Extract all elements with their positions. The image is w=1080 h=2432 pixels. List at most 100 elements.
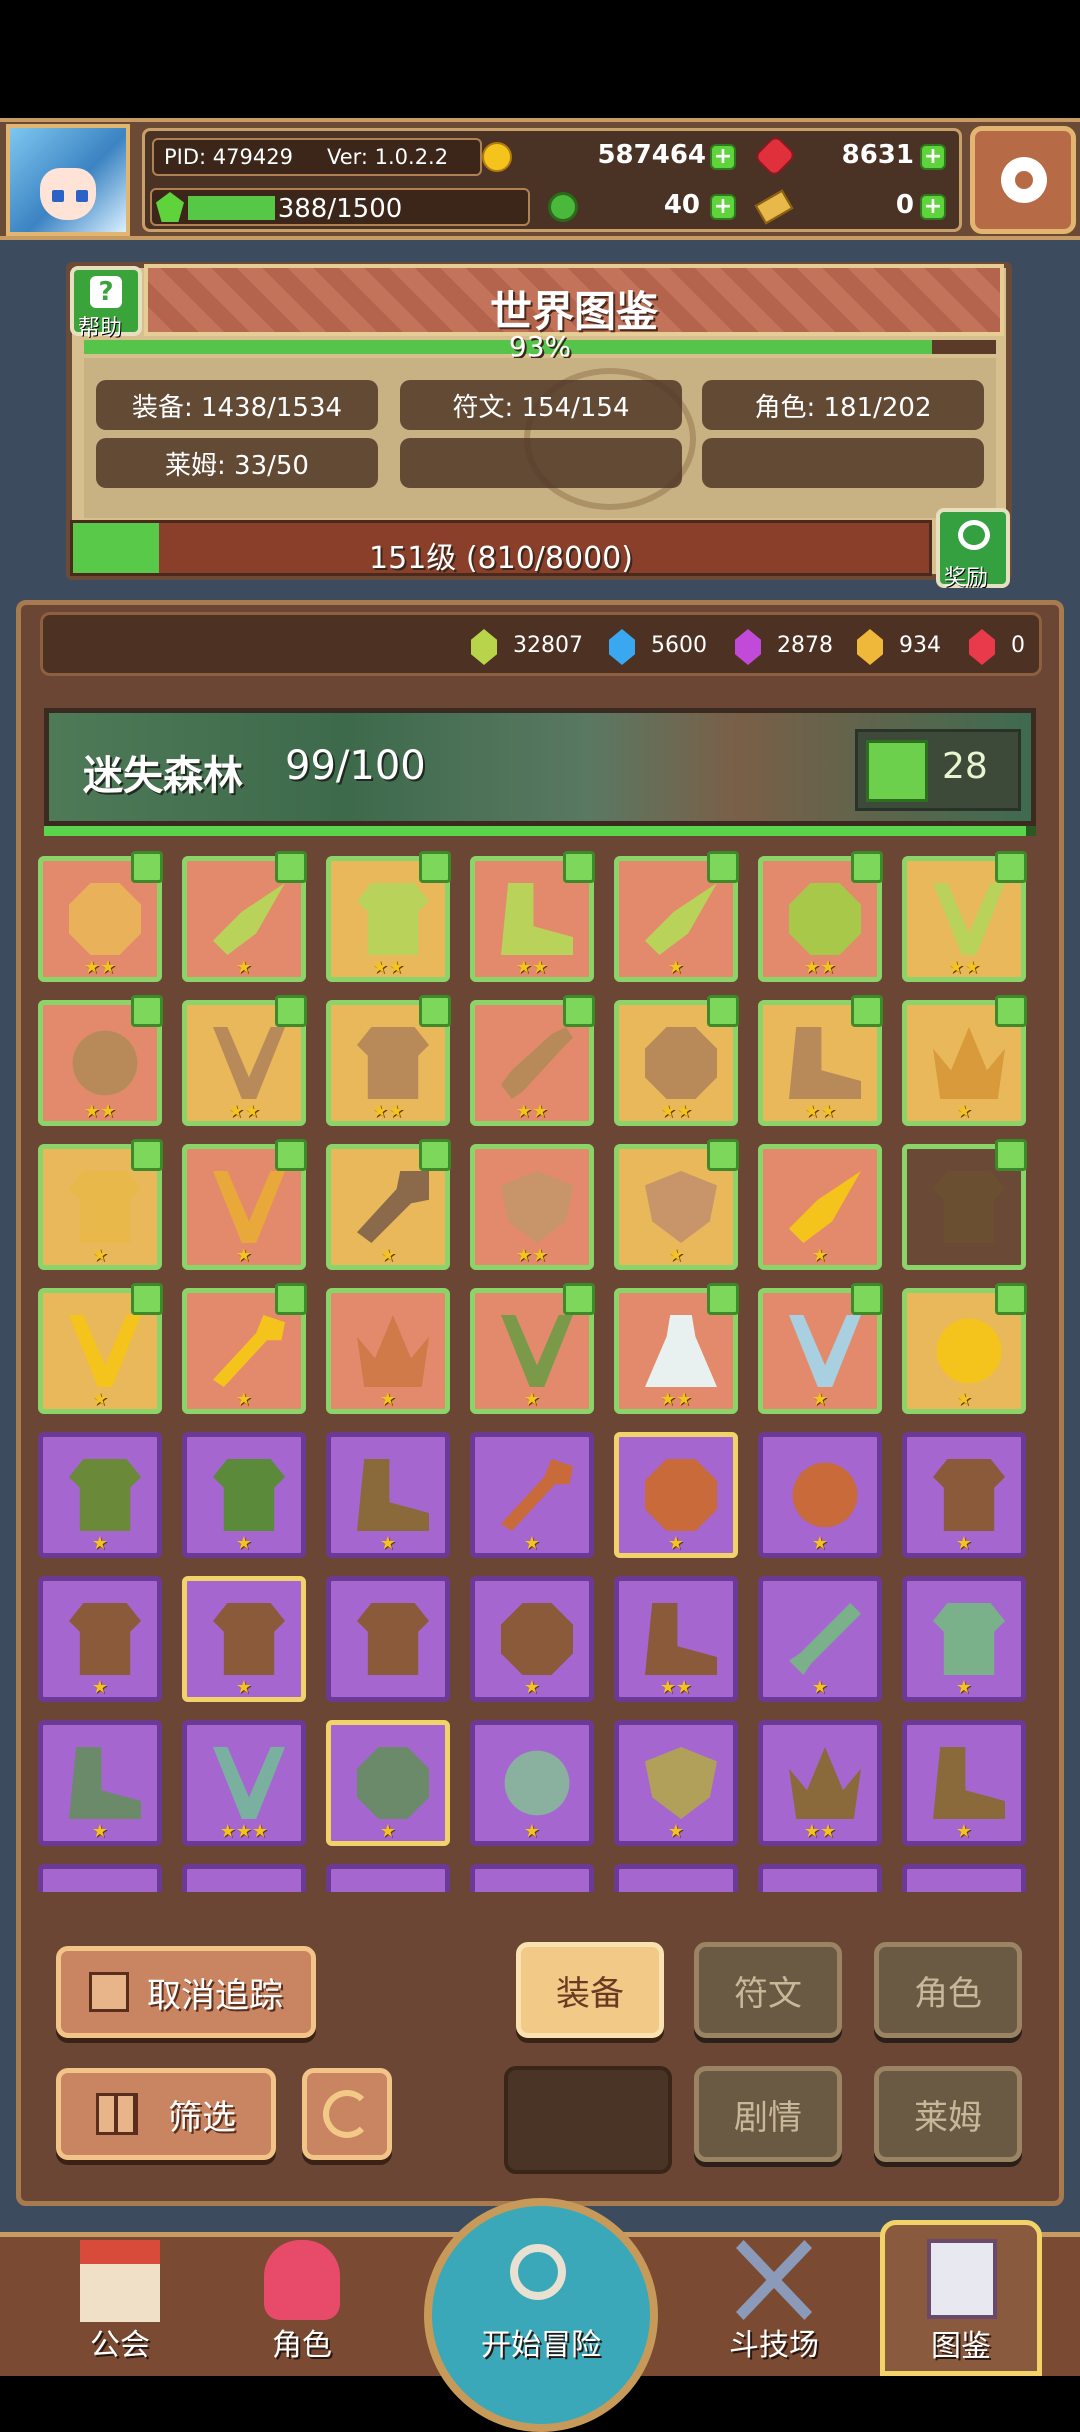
equipment-cell[interactable]: ★ — [902, 1432, 1026, 1558]
equipment-cell[interactable]: ★ — [758, 1576, 882, 1702]
tracked-badge-icon — [275, 1283, 307, 1315]
equipment-cell[interactable]: ★ — [38, 1432, 162, 1558]
equipment-cell[interactable]: ★ — [614, 1432, 738, 1558]
equipment-cell[interactable]: ★★ — [758, 995, 883, 1126]
equipment-cell[interactable]: ★ — [38, 1139, 163, 1270]
tab-slime[interactable]: 莱姆 — [874, 2066, 1022, 2162]
equipment-cell[interactable]: ★ — [38, 1576, 162, 1702]
equipment-cell[interactable]: ★★ — [326, 851, 451, 982]
equipment-cell[interactable]: ★ — [614, 1139, 739, 1270]
equipment-cell[interactable]: ★ — [614, 1720, 738, 1846]
equipment-cell[interactable]: ★★ — [902, 851, 1027, 982]
equipment-cell[interactable]: ★★ — [614, 1283, 739, 1414]
equipment-cell[interactable]: ★ — [326, 1139, 451, 1270]
equipment-cell[interactable]: ★★ — [470, 851, 595, 982]
equipment-cell[interactable]: ★★ — [758, 851, 883, 982]
star-rating: ★★ — [659, 1101, 693, 1122]
tab-story[interactable]: 剧情 — [694, 2066, 842, 2162]
equipment-cell[interactable] — [182, 1864, 306, 1892]
settings-button[interactable] — [970, 126, 1076, 234]
equipment-cell[interactable]: ★★ — [758, 1720, 882, 1846]
equipment-cell[interactable]: ★ — [758, 1144, 882, 1270]
equipment-cell[interactable]: ★ — [470, 1432, 594, 1558]
equipment-cell[interactable] — [614, 1864, 738, 1892]
equipment-cell[interactable] — [470, 1864, 594, 1892]
zone-banner[interactable]: 迷失森林 99/100 28 — [44, 708, 1036, 826]
equipment-cell[interactable]: ★ — [326, 1288, 450, 1414]
equipment-cell[interactable]: ★ — [758, 1283, 883, 1414]
equipment-ring-icon — [357, 1747, 429, 1819]
nav-guild[interactable]: 公会 — [40, 2230, 200, 2376]
purple-gem-icon — [735, 629, 761, 665]
star-rating: ★★ — [659, 1677, 693, 1698]
zone-likes-box[interactable]: 28 — [855, 729, 1021, 811]
equipment-cell[interactable]: ★ — [182, 851, 307, 982]
equipment-armor-icon — [69, 1459, 141, 1531]
equipment-cell[interactable]: ★ — [902, 995, 1027, 1126]
equipment-cell[interactable]: ★★ — [38, 851, 163, 982]
filter-button[interactable]: 筛选 — [56, 2068, 276, 2160]
equipment-wand-icon — [501, 1459, 573, 1531]
nav-arena[interactable]: 斗技场 — [694, 2230, 854, 2376]
star-rating: ★ — [235, 1533, 253, 1554]
nav-character[interactable]: 角色 — [222, 2230, 382, 2376]
equipment-cell[interactable]: ★ — [758, 1432, 882, 1558]
blue-gem-count: 5600 — [651, 633, 707, 658]
tracked-badge-icon — [851, 995, 883, 1027]
equipment-cell[interactable]: ★★ — [614, 995, 739, 1126]
tracked-badge-icon — [707, 851, 739, 883]
player-avatar[interactable] — [6, 124, 130, 236]
star-rating: ★★ — [371, 957, 405, 978]
tab-rune[interactable]: 符文 — [694, 1942, 842, 2038]
equipment-cell[interactable] — [326, 1576, 450, 1702]
tab-character[interactable]: 角色 — [874, 1942, 1022, 2038]
equipment-cell[interactable]: ★ — [326, 1720, 450, 1846]
thumbs-up-icon — [866, 740, 928, 802]
equipment-cell[interactable] — [326, 1864, 450, 1892]
reset-filter-button[interactable] — [302, 2068, 392, 2160]
equipment-cell[interactable]: ★★ — [182, 995, 307, 1126]
zone-progress-bar — [44, 826, 1036, 836]
equipment-cell[interactable]: ★★ — [470, 995, 595, 1126]
add-clover-button[interactable]: + — [710, 194, 736, 220]
equipment-cell[interactable]: ★★ — [326, 995, 451, 1126]
equipment-cell[interactable]: ★ — [326, 1432, 450, 1558]
tab-equipment[interactable]: 装备 — [516, 1942, 664, 2038]
equipment-cell[interactable] — [902, 1139, 1027, 1270]
tracked-badge-icon — [995, 1283, 1027, 1315]
equipment-cell[interactable] — [902, 1864, 1026, 1892]
equipment-cell[interactable]: ★ — [902, 1283, 1027, 1414]
equipment-cell[interactable]: ★ — [902, 1576, 1026, 1702]
equipment-cell[interactable] — [38, 1864, 162, 1892]
equipment-cell[interactable]: ★ — [470, 1576, 594, 1702]
nav-adventure[interactable]: 开始冒险 — [418, 2192, 664, 2432]
equipment-necklace-icon — [213, 1171, 285, 1243]
untrack-button[interactable]: 取消追踪 — [56, 1946, 316, 2038]
equipment-cell[interactable]: ★ — [182, 1432, 306, 1558]
equipment-cell[interactable]: ★ — [38, 1283, 163, 1414]
equipment-cell[interactable]: ★★ — [614, 1576, 738, 1702]
help-button[interactable]: ? 帮助 — [70, 266, 142, 341]
equipment-cell[interactable]: ★ — [38, 1720, 162, 1846]
equipment-cell[interactable]: ★ — [470, 1720, 594, 1846]
add-ruby-button[interactable]: + — [920, 144, 946, 170]
equipment-orb-icon — [792, 1462, 858, 1528]
equipment-cell[interactable]: ★★ — [470, 1144, 594, 1270]
add-gold-button[interactable]: + — [710, 144, 736, 170]
reward-button[interactable]: 奖励 — [936, 508, 1010, 591]
equipment-cell[interactable]: ★ — [182, 1576, 306, 1702]
nav-codex[interactable]: 图鉴 — [880, 2220, 1042, 2376]
crossed-swords-icon — [736, 2240, 812, 2320]
equipment-cell[interactable]: ★ — [470, 1283, 595, 1414]
equipment-cell[interactable]: ★ — [182, 1139, 307, 1270]
equipment-leaf-icon — [213, 883, 285, 955]
equipment-cell[interactable]: ★★ — [38, 995, 163, 1126]
empty-tab-slot — [504, 2066, 672, 2174]
equipment-cell[interactable] — [758, 1864, 882, 1892]
equipment-cell[interactable]: ★ — [902, 1720, 1026, 1846]
equipment-cell[interactable]: ★ — [182, 1283, 307, 1414]
equipment-cell[interactable]: ★ — [614, 851, 739, 982]
equipment-cell[interactable]: ★★★ — [182, 1720, 306, 1846]
tracked-badge-icon — [563, 995, 595, 1027]
add-key-button[interactable]: + — [920, 194, 946, 220]
